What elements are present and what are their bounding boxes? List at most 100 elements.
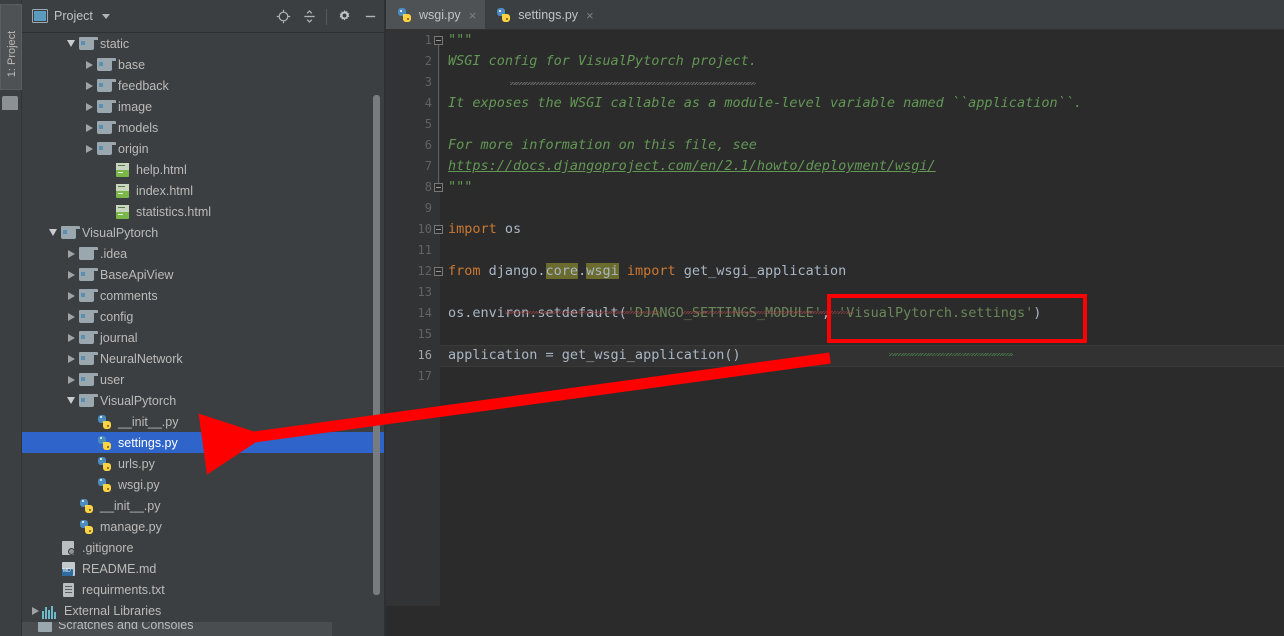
keyword-import: import bbox=[448, 221, 497, 237]
line-number-9: 9 bbox=[424, 201, 432, 215]
tree-row-manage-py[interactable]: manage.py bbox=[22, 516, 386, 537]
tree-row-label: help.html bbox=[136, 162, 187, 177]
code-editor[interactable]: 1 2 3 4 5 6 7 8 9 10 11 12 13 14 15 16 17 """ WSGI confi bbox=[386, 30, 1284, 606]
tree-row-settings-py[interactable]: settings.py bbox=[22, 432, 386, 453]
expand-toggle-collapsed[interactable] bbox=[82, 117, 96, 138]
tab-wsgi-py[interactable]: wsgi.py × bbox=[386, 0, 486, 30]
expand-toggle-collapsed[interactable] bbox=[64, 348, 78, 369]
tree-row-visualpytorch[interactable]: VisualPytorch bbox=[22, 390, 386, 411]
tree-row-scratches[interactable]: Scratches and Consoles bbox=[22, 622, 332, 636]
tree-row-journal[interactable]: journal bbox=[22, 327, 386, 348]
collapse-all-icon[interactable] bbox=[297, 5, 321, 29]
project-title-group[interactable]: Project bbox=[22, 9, 110, 23]
tree-row-external-libraries[interactable]: External Libraries bbox=[22, 600, 386, 621]
tree-row-comments[interactable]: comments bbox=[22, 285, 386, 306]
python-file-icon bbox=[78, 519, 95, 535]
tree-row-readme-md[interactable]: README.md bbox=[22, 558, 386, 579]
tree-row-requirments-txt[interactable]: requirments.txt bbox=[22, 579, 386, 600]
tree-scrollbar-thumb[interactable] bbox=[373, 95, 380, 595]
keyword-from: from bbox=[448, 263, 481, 279]
tree-row-neuralnetwork[interactable]: NeuralNetwork bbox=[22, 348, 386, 369]
tree-row-config[interactable]: config bbox=[22, 306, 386, 327]
project-panel-title: Project bbox=[54, 9, 93, 23]
folder-icon bbox=[78, 267, 98, 283]
code-line-8: """ bbox=[448, 179, 473, 195]
close-icon[interactable]: × bbox=[469, 9, 477, 22]
expand-toggle[interactable] bbox=[46, 579, 60, 600]
project-panel-toolbar bbox=[271, 0, 386, 33]
tree-row-label: index.html bbox=[136, 183, 193, 198]
tree-row-gitignore[interactable]: .gitignore bbox=[22, 537, 386, 558]
tree-row-init-py[interactable]: __init__.py bbox=[22, 411, 386, 432]
tree-row-baseapiview[interactable]: BaseApiView bbox=[22, 264, 386, 285]
expand-toggle-expanded[interactable] bbox=[64, 390, 78, 411]
tree-row-visualpytorch[interactable]: VisualPytorch bbox=[22, 222, 386, 243]
expand-toggle[interactable] bbox=[100, 180, 114, 201]
locate-target-icon[interactable] bbox=[271, 5, 295, 29]
tree-row-label: .gitignore bbox=[82, 540, 134, 555]
expand-toggle-collapsed[interactable] bbox=[64, 285, 78, 306]
tree-row-index-html[interactable]: index.html bbox=[22, 180, 386, 201]
tree-row-label: models bbox=[118, 120, 159, 135]
expand-toggle[interactable] bbox=[64, 516, 78, 537]
tree-row-image[interactable]: image bbox=[22, 96, 386, 117]
folder-icon bbox=[78, 309, 98, 325]
tree-row-init-py[interactable]: __init__.py bbox=[22, 495, 386, 516]
gear-icon[interactable] bbox=[332, 5, 356, 29]
tree-row-statistics-html[interactable]: statistics.html bbox=[22, 201, 386, 222]
chevron-down-icon[interactable] bbox=[101, 13, 110, 19]
line-number-gutter[interactable]: 1 2 3 4 5 6 7 8 9 10 11 12 13 14 15 16 17 bbox=[386, 30, 440, 606]
tree-row-origin[interactable]: origin bbox=[22, 138, 386, 159]
folder-icon bbox=[78, 36, 98, 52]
markdown-file-icon bbox=[60, 561, 77, 577]
tree-row-help-html[interactable]: help.html bbox=[22, 159, 386, 180]
project-file-tree[interactable]: static base feedback image models origin help.… bbox=[22, 33, 386, 636]
tree-row-static[interactable]: static bbox=[22, 33, 386, 54]
expand-toggle-expanded[interactable] bbox=[46, 222, 60, 243]
tree-row-feedback[interactable]: feedback bbox=[22, 75, 386, 96]
expand-toggle[interactable] bbox=[82, 474, 96, 495]
line-number-17: 17 bbox=[417, 369, 432, 383]
tree-row-user[interactable]: user bbox=[22, 369, 386, 390]
project-panel-header: Project bbox=[22, 0, 386, 33]
expand-toggle-collapsed[interactable] bbox=[82, 96, 96, 117]
expand-toggle-collapsed[interactable] bbox=[64, 243, 78, 264]
tree-row-base[interactable]: base bbox=[22, 54, 386, 75]
expand-toggle[interactable] bbox=[82, 432, 96, 453]
python-file-icon bbox=[96, 456, 113, 472]
python-file-icon bbox=[96, 435, 113, 451]
module-dot: . bbox=[578, 263, 587, 279]
expand-toggle[interactable] bbox=[46, 537, 60, 558]
module-os: os bbox=[496, 221, 522, 237]
expand-toggle[interactable] bbox=[64, 495, 78, 516]
tree-row-idea[interactable]: .idea bbox=[22, 243, 386, 264]
expand-toggle-collapsed[interactable] bbox=[64, 264, 78, 285]
code-text[interactable]: """ WSGI config for VisualPytorch projec… bbox=[440, 30, 1284, 606]
line-number-3: 3 bbox=[424, 75, 432, 89]
tab-settings-py[interactable]: settings.py × bbox=[485, 0, 602, 30]
expand-toggle[interactable] bbox=[46, 558, 60, 579]
editor-area: wsgi.py × settings.py × 1 2 3 4 5 6 7 8 9 10 11 12 1… bbox=[386, 0, 1284, 636]
tree-row-label: BaseApiView bbox=[100, 267, 174, 282]
python-file-icon bbox=[396, 7, 413, 23]
code-line-7-url[interactable]: https://docs.djangoproject.com/en/2.1/ho… bbox=[440, 156, 936, 177]
tree-row-urls-py[interactable]: urls.py bbox=[22, 453, 386, 474]
close-icon[interactable]: × bbox=[586, 9, 594, 22]
tree-row-wsgi-py[interactable]: wsgi.py bbox=[22, 474, 386, 495]
tree-row-label: settings.py bbox=[118, 435, 178, 450]
tree-row-models[interactable]: models bbox=[22, 117, 386, 138]
expand-toggle-collapsed[interactable] bbox=[64, 306, 78, 327]
expand-toggle-collapsed[interactable] bbox=[82, 54, 96, 75]
tool-window-button-project[interactable]: 1: Project bbox=[0, 4, 22, 90]
expand-toggle[interactable] bbox=[100, 159, 114, 180]
expand-toggle-collapsed[interactable] bbox=[64, 327, 78, 348]
expand-toggle-collapsed[interactable] bbox=[82, 138, 96, 159]
expand-toggle-collapsed[interactable] bbox=[28, 600, 42, 621]
expand-toggle[interactable] bbox=[100, 201, 114, 222]
expand-toggle-expanded[interactable] bbox=[64, 33, 78, 54]
expand-toggle[interactable] bbox=[82, 453, 96, 474]
expand-toggle[interactable] bbox=[82, 411, 96, 432]
expand-toggle-collapsed[interactable] bbox=[64, 369, 78, 390]
minimize-icon[interactable] bbox=[358, 5, 382, 29]
expand-toggle-collapsed[interactable] bbox=[82, 75, 96, 96]
